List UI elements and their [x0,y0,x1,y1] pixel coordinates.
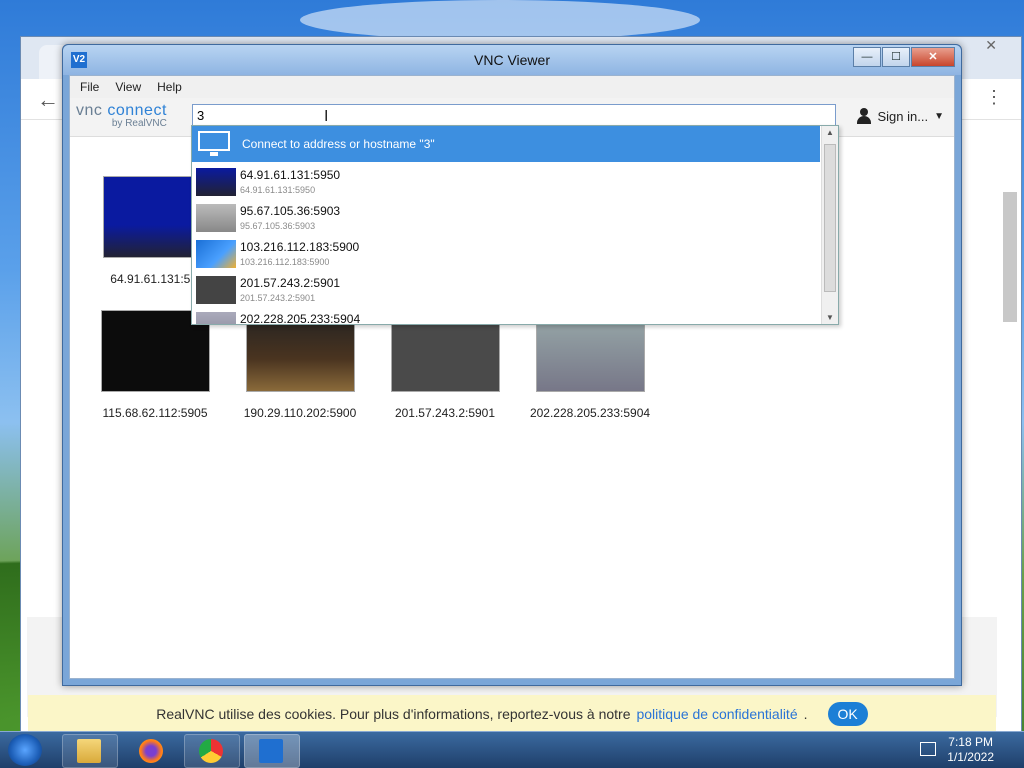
start-button[interactable] [8,734,42,766]
sign-in-label: Sign in... [877,108,929,124]
suggestion-address: 202.228.205.233:5904 [240,312,361,325]
suggestion-subtext: 95.67.105.36:5903 [240,221,316,231]
cookie-period: . [803,706,808,722]
cookie-text: RealVNC utilise des cookies. Pour plus d… [156,706,631,722]
computer-tile[interactable]: 201.57.243.2:5901 [380,310,510,420]
connect-to-address-option[interactable]: Connect to address or hostname "3" [192,126,820,162]
address-suggestions-dropdown: Connect to address or hostname "3" 64.91… [191,125,839,325]
suggestion-thumbnail [196,204,236,232]
ibeam-cursor-icon: I [324,108,329,125]
chevron-down-icon: ▼ [934,110,944,122]
suggestion-thumbnail [196,276,236,304]
suggestion-address: 201.57.243.2:5901 [240,276,341,290]
menu-bar: File View Help [70,76,954,98]
dropdown-scrollbar[interactable]: ▲ ▼ [821,126,838,324]
folder-icon [77,739,101,763]
chrome-icon [199,739,223,763]
back-arrow-icon[interactable]: ← [37,87,59,113]
menu-view[interactable]: View [109,76,147,98]
cloud [300,0,700,40]
minimize-button[interactable]: — [853,47,881,67]
scroll-down-icon[interactable]: ▼ [822,313,838,322]
scroll-up-icon[interactable]: ▲ [822,128,838,137]
monitor-icon [198,131,232,157]
title-bar[interactable]: V2 VNC Viewer — ☐ ✕ [63,45,961,75]
menu-file[interactable]: File [74,76,105,98]
sign-in-button[interactable]: Sign in... ▼ [856,108,944,124]
taskbar-chrome[interactable] [184,734,240,768]
computer-label: 201.57.243.2:5901 [394,406,496,420]
suggestion-address: 64.91.61.131:5950 [240,168,341,182]
logo-text-vnc: vnc [76,102,108,119]
scroll-thumb[interactable] [824,144,836,292]
computer-tile[interactable]: 115.68.62.112:5905 [90,310,220,420]
suggestion-subtext: 64.91.61.131:5950 [240,185,316,195]
close-button[interactable]: ✕ [911,47,955,67]
address-search-input[interactable] [192,104,836,126]
vnc-connect-logo: vnc connect by RealVNC [76,102,167,129]
taskbar-explorer[interactable] [62,734,118,768]
computer-tile[interactable]: 202.228.205.233:5904 [525,310,655,420]
cookie-banner: RealVNC utilise des cookies. Pour plus d… [28,695,996,733]
suggestion-item[interactable]: 64.91.61.131:5950 64.91.61.131:5950 [192,164,820,200]
close-icon[interactable]: ✕ [985,37,997,54]
privacy-policy-link[interactable]: politique de confidentialité [636,706,797,722]
firefox-icon [139,739,163,763]
suggestion-thumbnail [196,312,236,324]
user-icon [856,108,872,124]
suggestion-item[interactable]: 202.228.205.233:5904 [192,308,820,325]
suggestion-thumbnail [196,240,236,268]
suggestion-thumbnail [196,168,236,196]
window-controls: — ☐ ✕ [852,47,955,67]
taskbar: 7:18 PM 1/1/2022 [0,731,1024,768]
cookie-ok-button[interactable]: OK [827,702,868,726]
browser-scrollbar[interactable] [1003,192,1017,322]
maximize-button[interactable]: ☐ [882,47,910,67]
suggestion-address: 103.216.112.183:5900 [240,240,360,254]
clock-date: 1/1/2022 [947,750,994,764]
taskbar-firefox[interactable] [124,734,180,768]
kebab-menu-icon[interactable]: ⋮ [985,87,1003,108]
suggestion-item[interactable]: 201.57.243.2:5901 201.57.243.2:5901 [192,272,820,308]
suggestion-address: 95.67.105.36:5903 [240,204,341,218]
suggestion-item[interactable]: 103.216.112.183:5900 103.216.112.183:590… [192,236,820,272]
clock-time: 7:18 PM [948,735,993,749]
taskbar-vnc-viewer[interactable] [244,734,300,768]
connect-option-label: Connect to address or hostname "3" [242,137,435,151]
vnc-app-icon [259,739,283,763]
suggestion-subtext: 201.57.243.2:5901 [240,293,316,303]
window-title: VNC Viewer [474,52,550,68]
logo-text-connect: connect [107,102,167,119]
computer-label: 115.68.62.112:5905 [102,406,208,420]
menu-help[interactable]: Help [151,76,188,98]
computer-label: 190.29.110.202:5900 [243,406,357,420]
clock[interactable]: 7:18 PM 1/1/2022 [947,735,994,765]
computer-tile[interactable]: 190.29.110.202:5900 [235,310,365,420]
suggestion-subtext: 103.216.112.183:5900 [240,257,330,267]
network-icon[interactable] [920,742,936,756]
computer-label: 202.228.205.233:5904 [529,406,651,420]
suggestion-item[interactable]: 95.67.105.36:5903 95.67.105.36:5903 [192,200,820,236]
